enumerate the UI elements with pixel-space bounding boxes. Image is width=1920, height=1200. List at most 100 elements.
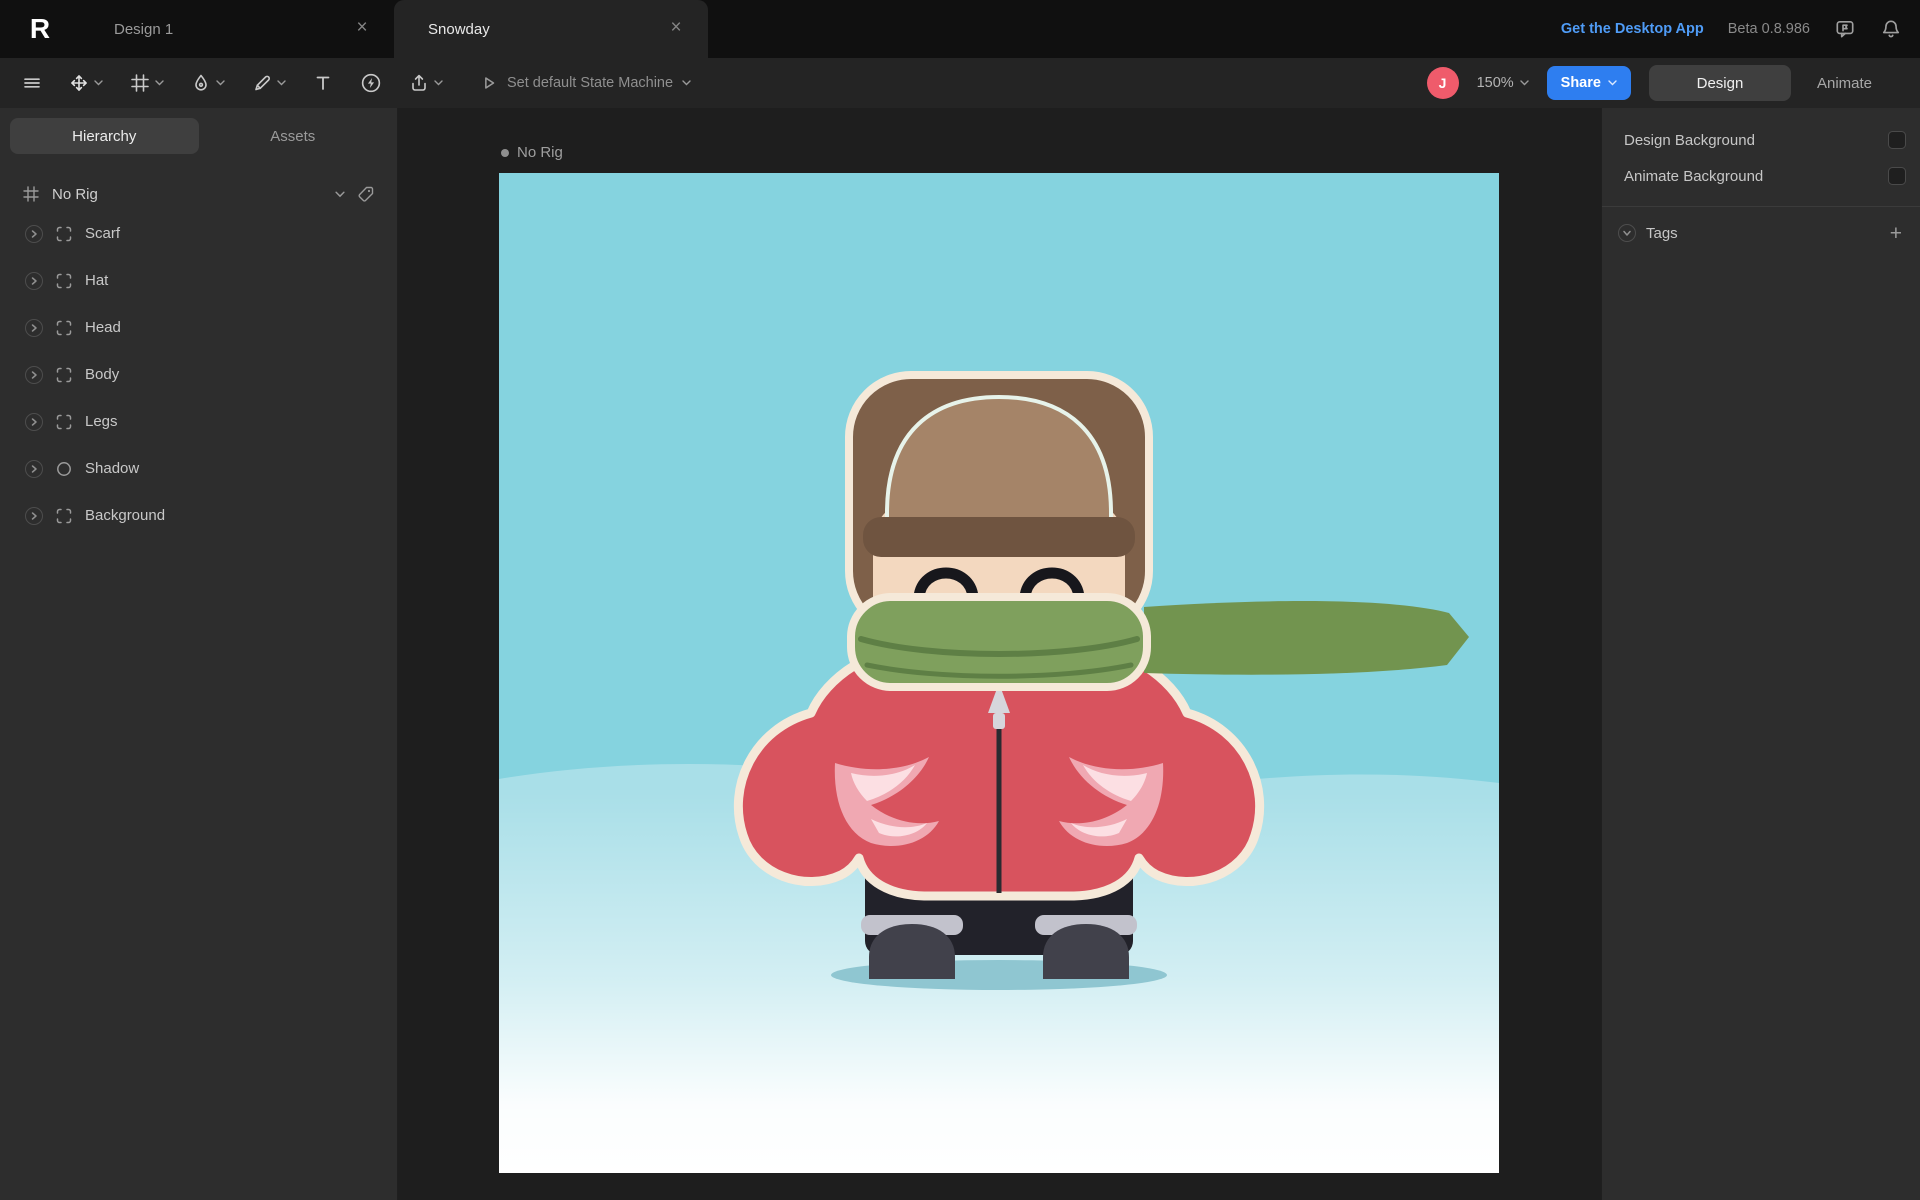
tab-hierarchy[interactable]: Hierarchy [10,118,199,154]
right-panel: Design Background Animate Background Tag… [1601,108,1920,1200]
tree-node-body[interactable]: Body [0,351,397,398]
artboard[interactable] [499,173,1499,1173]
zoom-selector[interactable]: 150% [1477,75,1529,91]
rive-logo[interactable]: R [0,0,80,58]
pencil-tool-button[interactable] [252,73,286,93]
node-label: Head [85,319,121,336]
animate-background-swatch[interactable] [1888,167,1906,185]
chevron-down-icon [277,80,286,86]
toolbar-right-group: J 150% Share Design Animate [1426,65,1898,101]
tab-label: Design 1 [114,20,174,38]
toolbar: Set default State Machine J 150% Share D… [0,58,1920,108]
group-icon [55,272,73,290]
expand-chevron-icon[interactable] [25,506,43,525]
toolbar-left-group: Set default State Machine [22,72,691,94]
transform-tool-button[interactable] [69,73,103,93]
expand-chevron-icon[interactable] [25,318,43,337]
chevron-down-icon [155,80,164,86]
design-background-label: Design Background [1624,131,1755,149]
actions-icon[interactable] [360,72,382,94]
expand-chevron-icon[interactable] [25,224,43,243]
tree-node-background[interactable]: Background [0,492,397,539]
group-icon [55,413,73,431]
artboard-canvas[interactable] [499,173,1499,1173]
get-desktop-app-link[interactable]: Get the Desktop App [1561,21,1704,37]
node-label: Legs [85,413,118,430]
hierarchy-tree: Scarf Hat Head Body Legs Shadow Backgrou… [0,210,397,539]
tags-section-header[interactable]: Tags + [1602,214,1920,252]
expand-chevron-icon[interactable] [25,459,43,478]
artboard-tool-button[interactable] [130,73,164,93]
pen-tool-button[interactable] [191,73,225,93]
group-icon [55,319,73,337]
canvas-area[interactable]: No Rig [399,108,1601,1200]
chevron-down-icon [216,80,225,86]
add-tag-button[interactable]: + [1886,223,1906,244]
tree-node-legs[interactable]: Legs [0,398,397,445]
scarf-band [847,593,1151,691]
expand-chevron-icon[interactable] [25,271,43,290]
tag-icon[interactable] [357,185,375,203]
state-machine-label: Set default State Machine [507,75,674,91]
group-icon [55,507,73,525]
ellipse-icon [55,460,73,478]
file-tab-snowday[interactable]: Snowday × [394,0,708,58]
tab-assets[interactable]: Assets [199,118,388,154]
close-icon[interactable]: × [350,17,374,41]
chevron-down-icon [1608,80,1617,86]
design-background-row[interactable]: Design Background [1602,122,1920,158]
artboard-name: No Rig [517,144,563,161]
tree-node-scarf[interactable]: Scarf [0,210,397,257]
zoom-level: 150% [1476,75,1514,91]
rig-icon [22,185,40,203]
node-label: Scarf [85,225,121,242]
expand-chevron-icon[interactable] [25,365,43,384]
group-icon [55,225,73,243]
scarf-tail [1144,601,1469,675]
tree-node-hat[interactable]: Hat [0,257,397,304]
chevron-down-icon[interactable] [335,191,345,198]
bell-icon[interactable] [1880,18,1902,40]
design-mode-button[interactable]: Design [1648,65,1791,101]
avatar[interactable]: J [1426,67,1459,99]
rig-selector-label: No Rig [52,185,98,203]
text-tool-button[interactable] [313,73,333,93]
tree-node-shadow[interactable]: Shadow [0,445,397,492]
zipper-pull-tab [993,713,1005,729]
feedback-icon[interactable] [1834,18,1856,40]
animate-background-label: Animate Background [1624,167,1764,185]
expand-chevron-icon[interactable] [25,412,43,431]
tags-label: Tags [1646,224,1678,242]
share-button[interactable]: Share [1546,66,1631,100]
node-label: Hat [85,272,109,289]
chevron-down-icon [682,80,691,86]
tab-label: Snowday [428,20,490,38]
tree-node-head[interactable]: Head [0,304,397,351]
file-tab-design1[interactable]: Design 1 × [80,0,394,58]
sidebar-tabs: Hierarchy Assets [10,118,387,154]
node-label: Body [85,366,120,383]
animate-mode-button[interactable]: Animate [1809,75,1898,92]
chevron-down-icon [94,80,103,86]
design-background-swatch[interactable] [1888,131,1906,149]
menu-icon[interactable] [22,73,42,93]
left-sidebar: Hierarchy Assets No Rig Scarf Hat Head B… [0,108,398,1200]
beta-version-label: Beta 0.8.986 [1727,21,1810,37]
artboard-label[interactable]: No Rig [501,144,563,161]
chevron-down-icon [434,80,443,86]
top-tab-bar: R Design 1 × Snowday × Get the Desktop A… [0,0,1920,58]
boot-right [1043,924,1129,979]
play-icon [485,77,495,89]
share-label: Share [1560,75,1601,91]
chevron-down-icon [1519,80,1529,86]
close-icon[interactable]: × [664,17,688,41]
hat-brim [863,517,1135,557]
node-label: Background [85,507,166,524]
export-icon[interactable] [409,73,443,93]
group-icon [55,366,73,384]
collapse-chevron-icon[interactable] [1618,224,1636,242]
tabbar-right-group: Get the Desktop App Beta 0.8.986 [1561,0,1920,58]
node-label: Shadow [85,460,140,477]
animate-background-row[interactable]: Animate Background [1602,158,1920,194]
state-machine-selector[interactable]: Set default State Machine [480,74,691,92]
